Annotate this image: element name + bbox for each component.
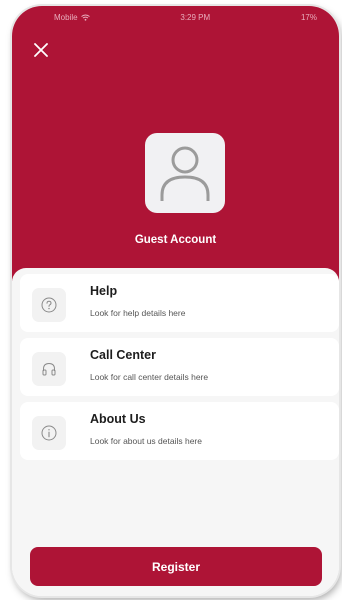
menu-item-subtitle: Look for about us details here bbox=[90, 436, 202, 446]
info-icon bbox=[41, 425, 57, 441]
header-panel: Mobile 3:29 PM 17% Guest Account bbox=[12, 6, 339, 281]
status-bar: Mobile 3:29 PM 17% bbox=[12, 6, 339, 28]
wifi-icon bbox=[80, 14, 90, 21]
menu-item-subtitle: Look for call center details here bbox=[90, 372, 209, 382]
close-icon bbox=[34, 43, 48, 57]
menu-item-title: Call Center bbox=[90, 348, 156, 362]
help-icon bbox=[41, 297, 57, 313]
menu-item-about-us[interactable]: About Us Look for about us details here bbox=[20, 402, 339, 460]
help-icon-box bbox=[32, 288, 66, 322]
register-button[interactable]: Register bbox=[30, 547, 322, 586]
user-avatar-icon bbox=[160, 146, 210, 201]
menu-item-title: Help bbox=[90, 284, 118, 298]
close-button[interactable] bbox=[30, 39, 52, 61]
headphones-icon-box bbox=[32, 352, 66, 386]
battery-indicator: 17% bbox=[300, 12, 317, 22]
carrier-name: Mobile bbox=[54, 12, 78, 22]
avatar bbox=[145, 133, 225, 213]
info-icon-box bbox=[32, 416, 66, 450]
carrier-indicator: Mobile bbox=[54, 13, 90, 22]
phone-screen: Mobile 3:29 PM 17% Guest Account Help Lo… bbox=[12, 6, 339, 596]
menu-item-help[interactable]: Help Look for help details here bbox=[20, 274, 339, 332]
menu-item-subtitle: Look for help details here bbox=[90, 308, 186, 318]
status-time: 3:29 PM bbox=[180, 12, 211, 22]
menu-item-call-center[interactable]: Call Center Look for call center details… bbox=[20, 338, 339, 396]
headphones-icon bbox=[42, 362, 56, 376]
account-name: Guest Account bbox=[134, 234, 217, 246]
menu-item-title: About Us bbox=[90, 412, 146, 426]
